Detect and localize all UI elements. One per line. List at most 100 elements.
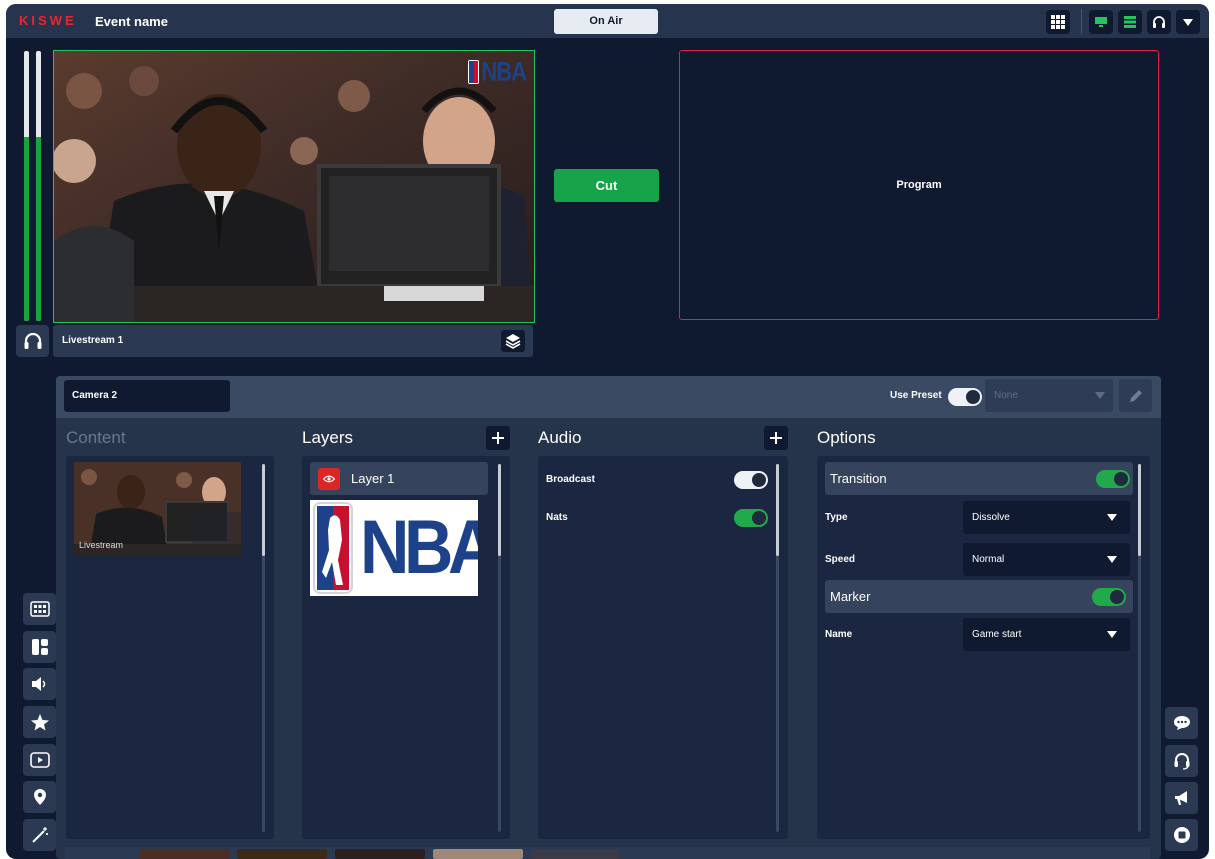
layout-icon <box>31 639 48 655</box>
preview-video[interactable]: NBA <box>53 50 535 323</box>
nats-toggle[interactable] <box>734 509 768 527</box>
use-preset-label: Use Preset <box>890 390 942 401</box>
headset-icon <box>24 332 41 349</box>
record-button[interactable] <box>1165 819 1198 851</box>
preview-headset-button[interactable] <box>16 325 49 357</box>
speaker-icon <box>31 677 45 691</box>
audio-panel-button[interactable] <box>23 668 56 700</box>
record-icon <box>1173 827 1190 843</box>
marker-name-value: Game start <box>972 629 1022 640</box>
chevron-down-icon <box>1095 392 1105 399</box>
grid-view-button[interactable] <box>1046 10 1070 34</box>
use-preset-toggle[interactable] <box>948 388 982 406</box>
audio-scrollbar[interactable] <box>776 464 779 832</box>
layout-icon <box>1124 16 1136 28</box>
preview-source-bar: Livestream 1 <box>53 325 533 357</box>
transition-speed-label: Speed <box>825 554 856 565</box>
cut-button[interactable]: Cut <box>554 169 659 202</box>
content-item-label: Livestream <box>79 540 124 550</box>
layers-icon <box>505 334 521 349</box>
headset-button[interactable] <box>1147 10 1171 34</box>
layout-button[interactable] <box>1118 10 1142 34</box>
on-air-button[interactable]: On Air <box>554 9 658 34</box>
layer-graphic-text: NBA <box>360 505 478 590</box>
headset-icon <box>1174 753 1189 770</box>
chevron-down-icon <box>1107 514 1117 521</box>
audio-meter-left <box>24 51 29 321</box>
options-title: Options <box>817 428 876 447</box>
pencil-icon <box>1129 389 1142 402</box>
content-scrollbar[interactable] <box>262 464 265 832</box>
layout-panel-button[interactable] <box>23 631 56 663</box>
clip-thumbnail[interactable] <box>531 849 619 859</box>
marker-section-header: Marker <box>825 580 1133 613</box>
clip-thumbnail[interactable] <box>335 849 425 859</box>
audio-meter-right <box>36 51 41 321</box>
clip-strip <box>65 847 1150 859</box>
star-icon <box>30 714 49 731</box>
chevron-down-icon <box>1107 631 1117 638</box>
effects-panel-button[interactable] <box>23 819 56 851</box>
monitor-button[interactable] <box>1089 10 1113 34</box>
add-layer-button[interactable] <box>486 426 510 450</box>
plus-icon <box>492 432 504 444</box>
preview-image <box>54 51 534 322</box>
program-label: Program <box>896 179 942 191</box>
preset-select[interactable]: None <box>985 379 1113 412</box>
graphics-panel-button[interactable] <box>23 706 56 738</box>
intercom-button[interactable] <box>1165 745 1198 777</box>
chat-button[interactable] <box>1165 707 1198 739</box>
transition-speed-select[interactable]: Normal <box>963 543 1130 576</box>
layers-list: Layer 1 NBA <box>302 456 510 839</box>
content-list: Livestream <box>66 456 274 839</box>
broadcast-toggle[interactable] <box>734 471 768 489</box>
layer-item[interactable]: Layer 1 <box>310 462 488 495</box>
preview-source-label: Livestream 1 <box>62 335 124 346</box>
clip-thumbnail[interactable] <box>237 849 327 859</box>
menu-dropdown-button[interactable] <box>1176 10 1200 34</box>
layers-title: Layers <box>302 428 354 447</box>
nba-watermark-text: NBA <box>481 56 527 87</box>
eye-icon <box>323 475 335 483</box>
transition-toggle[interactable] <box>1096 470 1130 488</box>
audio-channel-label: Nats <box>546 512 568 523</box>
headset-icon <box>1153 16 1165 28</box>
add-audio-button[interactable] <box>764 426 788 450</box>
transition-label: Transition <box>830 471 887 486</box>
play-icon <box>29 752 50 768</box>
nba-logo-icon <box>468 60 480 84</box>
clip-thumbnail[interactable] <box>140 849 230 859</box>
chevron-down-icon <box>1107 556 1117 563</box>
camera-panel: Camera 2 Use Preset None Content Livestr… <box>56 376 1161 859</box>
options-scrollbar[interactable] <box>1138 464 1141 832</box>
nba-watermark: NBA <box>468 56 527 87</box>
layers-scrollbar[interactable] <box>498 464 501 832</box>
transition-type-value: Dissolve <box>972 512 1010 523</box>
brand-logo: KISWE <box>19 13 77 28</box>
transition-type-select[interactable]: Dissolve <box>963 501 1130 534</box>
transition-section-header: Transition <box>825 462 1133 495</box>
clip-thumbnail[interactable] <box>433 849 523 859</box>
announce-button[interactable] <box>1165 782 1198 814</box>
location-panel-button[interactable] <box>23 781 56 813</box>
media-panel-button[interactable] <box>23 744 56 776</box>
chat-icon <box>1173 716 1190 730</box>
edit-preset-button[interactable] <box>1119 379 1152 412</box>
marker-name-label: Name <box>825 629 853 640</box>
audio-title: Audio <box>538 428 582 447</box>
transition-speed-value: Normal <box>972 554 1005 565</box>
top-bar: KISWE Event name On Air <box>6 4 1209 38</box>
program-monitor: Program <box>679 50 1159 320</box>
layer-visibility-button[interactable] <box>318 468 340 490</box>
multiview-button[interactable] <box>23 593 56 625</box>
plus-icon <box>770 432 782 444</box>
content-item-livestream[interactable]: Livestream <box>74 462 241 556</box>
transition-type-label: Type <box>825 512 848 523</box>
marker-name-select[interactable]: Game start <box>963 618 1130 651</box>
content-title: Content <box>66 428 126 447</box>
event-name: Event name <box>95 14 168 29</box>
camera-name-field[interactable]: Camera 2 <box>64 380 230 412</box>
dropdown-icon <box>1183 19 1193 26</box>
layers-toggle-button[interactable] <box>501 330 525 352</box>
marker-toggle[interactable] <box>1092 588 1126 606</box>
